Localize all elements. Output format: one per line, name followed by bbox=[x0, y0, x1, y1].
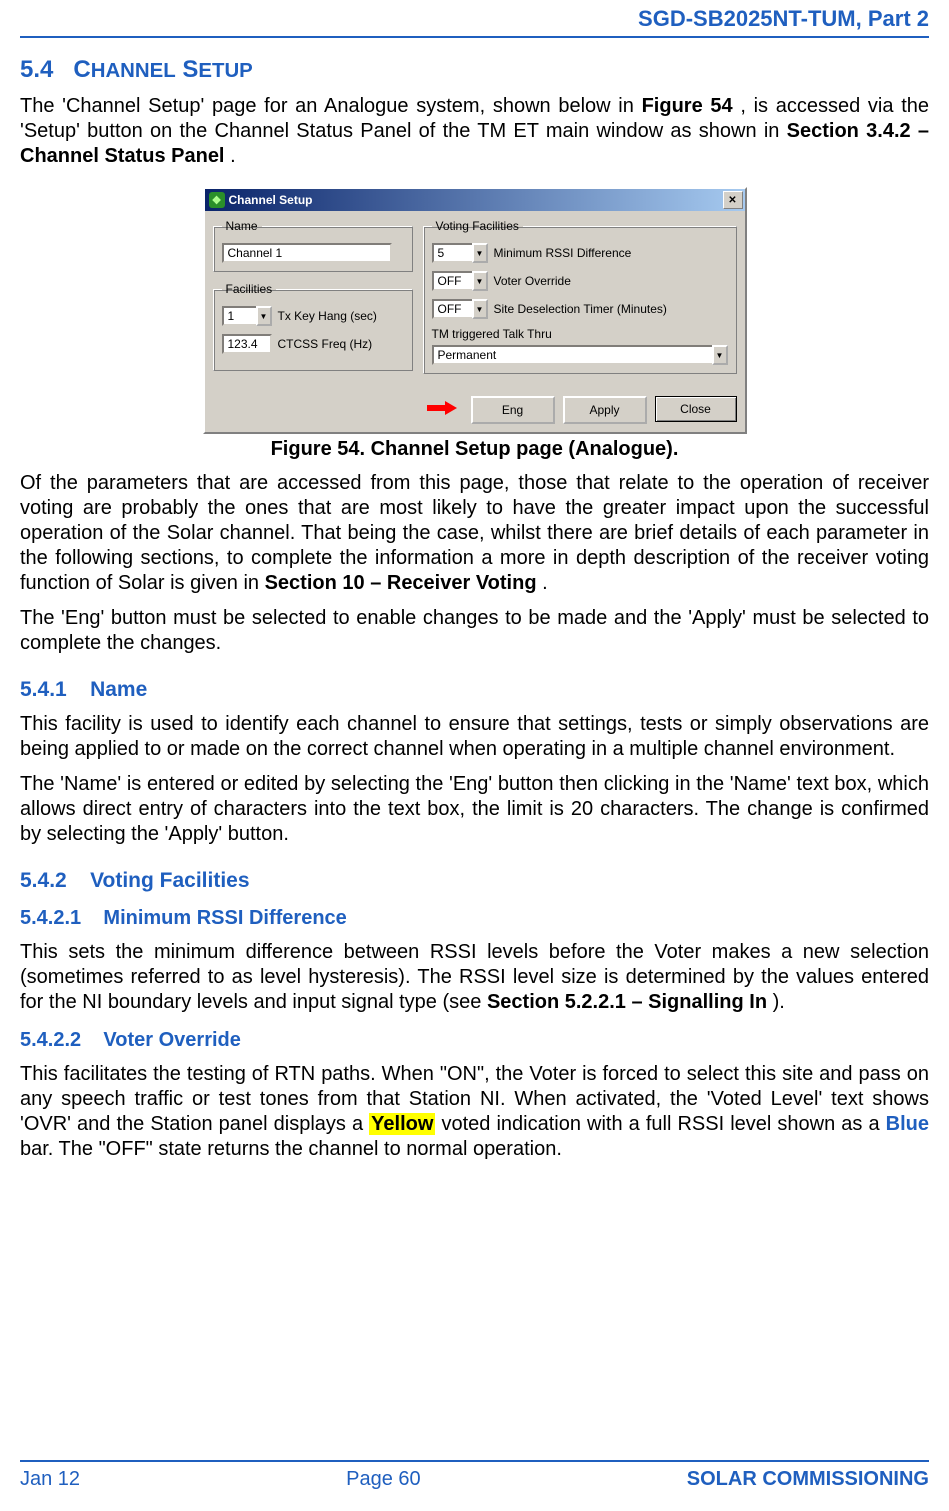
talk-thru-label: TM triggered Talk Thru bbox=[432, 327, 728, 341]
talk-thru-value: Permanent bbox=[432, 345, 712, 365]
heading-5-4-2-1: 5.4.2.1 Minimum RSSI Difference bbox=[20, 907, 929, 930]
heading-number: 5.4.2.1 bbox=[20, 907, 81, 929]
text: voted indication with a full RSSI level … bbox=[441, 1113, 885, 1135]
eng-button[interactable]: Eng bbox=[471, 396, 555, 424]
dialog-left-column: Name Channel 1 Facilities 1 ▼ Tx Key Han… bbox=[213, 219, 413, 384]
app-icon: ❖ bbox=[209, 192, 225, 208]
yellow-highlight: Yellow bbox=[369, 1113, 435, 1135]
voter-override-value: OFF bbox=[432, 271, 472, 291]
dialog-titlebar[interactable]: ❖ Channel Setup ✕ bbox=[205, 189, 745, 211]
figure-ref: Figure 54 bbox=[642, 95, 733, 117]
figure-54-caption: Figure 54. Channel Setup page (Analogue)… bbox=[20, 438, 929, 461]
name-group: Name Channel 1 bbox=[213, 219, 413, 272]
ctcss-label: CTCSS Freq (Hz) bbox=[278, 337, 373, 351]
tx-key-hang-row: 1 ▼ Tx Key Hang (sec) bbox=[222, 306, 404, 326]
text: This sets the minimum difference between… bbox=[20, 941, 929, 1013]
page: SGD-SB2025NT-TUM, Part 2 5.4 CHANNEL SET… bbox=[0, 0, 949, 1511]
dialog-title: Channel Setup bbox=[229, 193, 723, 207]
text: The 'Channel Setup' page for an Analogue… bbox=[20, 95, 642, 117]
ctcss-row: 123.4 CTCSS Freq (Hz) bbox=[222, 334, 404, 354]
heading-5-4-1: 5.4.1 Name bbox=[20, 678, 929, 702]
voter-override-select[interactable]: OFF ▼ bbox=[432, 271, 488, 291]
section-heading-5-4: 5.4 CHANNEL SETUP bbox=[20, 56, 929, 84]
name-legend: Name bbox=[222, 219, 262, 233]
talk-thru-select[interactable]: Permanent ▼ bbox=[432, 345, 728, 365]
heading-number: 5.4.2.2 bbox=[20, 1029, 81, 1051]
close-icon[interactable]: ✕ bbox=[723, 191, 743, 209]
heading-5-4-2: 5.4.2 Voting Facilities bbox=[20, 869, 929, 893]
chevron-down-icon[interactable]: ▼ bbox=[256, 306, 272, 326]
heading-title: Name bbox=[90, 678, 147, 701]
s541-p2: The 'Name' is entered or edited by selec… bbox=[20, 772, 929, 847]
channel-name-input[interactable]: Channel 1 bbox=[222, 243, 392, 263]
site-desel-select[interactable]: OFF ▼ bbox=[432, 299, 488, 319]
heading-5-4-2-2: 5.4.2.2 Voter Override bbox=[20, 1029, 929, 1052]
s541-p1: This facility is used to identify each c… bbox=[20, 712, 929, 762]
section-number: 5.4 bbox=[20, 56, 53, 83]
intro-paragraph: The 'Channel Setup' page for an Analogue… bbox=[20, 94, 929, 169]
header-doc-id: SGD-SB2025NT-TUM, Part 2 bbox=[20, 0, 929, 38]
s5422-p: This facilitates the testing of RTN path… bbox=[20, 1062, 929, 1162]
text: bar. The "OFF" state returns the channel… bbox=[20, 1138, 562, 1160]
voting-legend: Voting Facilities bbox=[432, 219, 523, 233]
tx-key-hang-select[interactable]: 1 ▼ bbox=[222, 306, 272, 326]
text: . bbox=[542, 572, 548, 594]
text: ). bbox=[773, 991, 785, 1013]
voting-group: Voting Facilities 5 ▼ Minimum RSSI Diffe… bbox=[423, 219, 737, 374]
close-button[interactable]: Close bbox=[655, 396, 737, 422]
chevron-down-icon[interactable]: ▼ bbox=[472, 299, 488, 319]
chevron-down-icon[interactable]: ▼ bbox=[472, 271, 488, 291]
eng-apply-note: The 'Eng' button must be selected to ena… bbox=[20, 606, 929, 656]
min-rssi-value: 5 bbox=[432, 243, 472, 263]
site-desel-label: Site Deselection Timer (Minutes) bbox=[494, 302, 667, 316]
heading-title: Voter Override bbox=[103, 1029, 240, 1051]
facilities-group: Facilities 1 ▼ Tx Key Hang (sec) 123.4 C… bbox=[213, 282, 413, 371]
page-footer: Jan 12 Page 60 SOLAR COMMISSIONING bbox=[20, 1460, 929, 1491]
voter-override-label: Voter Override bbox=[494, 274, 571, 288]
heading-number: 5.4.2 bbox=[20, 869, 67, 892]
red-arrow-icon bbox=[427, 401, 457, 415]
text: . bbox=[230, 145, 236, 167]
section-title: CHANNEL SETUP bbox=[73, 56, 252, 83]
footer-title: SOLAR COMMISSIONING bbox=[687, 1468, 929, 1491]
heading-title: Voting Facilities bbox=[90, 869, 249, 892]
section-ref: Section 10 – Receiver Voting bbox=[265, 572, 537, 594]
tx-key-hang-label: Tx Key Hang (sec) bbox=[278, 309, 377, 323]
facilities-legend: Facilities bbox=[222, 282, 277, 296]
chevron-down-icon[interactable]: ▼ bbox=[472, 243, 488, 263]
ctcss-input[interactable]: 123.4 bbox=[222, 334, 272, 354]
chevron-down-icon[interactable]: ▼ bbox=[712, 345, 728, 365]
paragraph-after-figure: Of the parameters that are accessed from… bbox=[20, 471, 929, 596]
footer-date: Jan 12 bbox=[20, 1468, 80, 1491]
heading-title: Minimum RSSI Difference bbox=[103, 907, 346, 929]
dialog-button-row: Eng Apply Close bbox=[205, 392, 745, 432]
section-ref: Section 5.2.2.1 – Signalling In bbox=[487, 991, 767, 1013]
min-rssi-label: Minimum RSSI Difference bbox=[494, 246, 632, 260]
min-rssi-row: 5 ▼ Minimum RSSI Difference bbox=[432, 243, 728, 263]
tx-key-hang-value: 1 bbox=[222, 306, 256, 326]
figure-54: ❖ Channel Setup ✕ Name Channel 1 Facilit… bbox=[20, 187, 929, 434]
blue-text: Blue bbox=[886, 1113, 929, 1135]
s5421-p: This sets the minimum difference between… bbox=[20, 940, 929, 1015]
heading-number: 5.4.1 bbox=[20, 678, 67, 701]
dialog-body: Name Channel 1 Facilities 1 ▼ Tx Key Han… bbox=[205, 211, 745, 392]
apply-button[interactable]: Apply bbox=[563, 396, 647, 424]
footer-page: Page 60 bbox=[346, 1468, 421, 1491]
channel-setup-dialog: ❖ Channel Setup ✕ Name Channel 1 Facilit… bbox=[203, 187, 747, 434]
site-desel-row: OFF ▼ Site Deselection Timer (Minutes) bbox=[432, 299, 728, 319]
min-rssi-select[interactable]: 5 ▼ bbox=[432, 243, 488, 263]
dialog-right-column: Voting Facilities 5 ▼ Minimum RSSI Diffe… bbox=[423, 219, 737, 384]
site-desel-value: OFF bbox=[432, 299, 472, 319]
voter-override-row: OFF ▼ Voter Override bbox=[432, 271, 728, 291]
